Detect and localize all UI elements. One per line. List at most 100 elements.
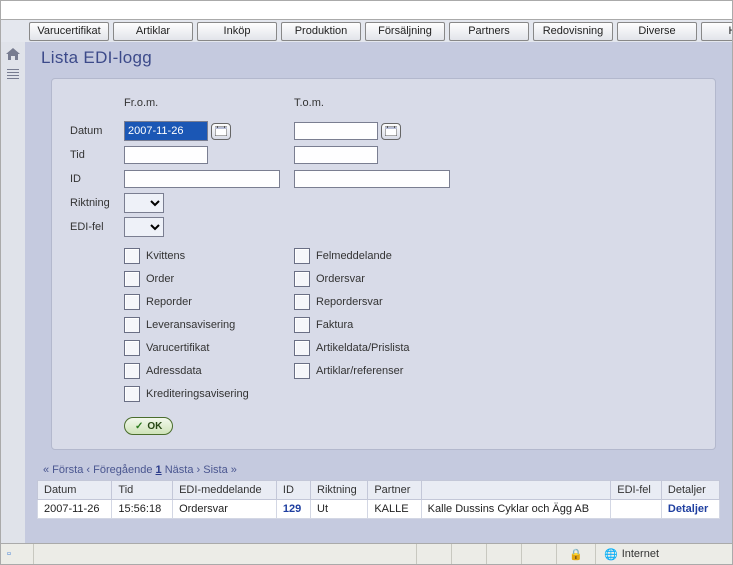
cell-datum: 2007-11-26 (38, 500, 112, 519)
label-edifel: EDI-fel (70, 221, 124, 233)
check-label: Reporder (146, 296, 192, 308)
checkbox-icon (124, 340, 140, 356)
pager-prev[interactable]: ‹ Föregående (86, 464, 152, 476)
col-partner[interactable]: Partner (368, 481, 421, 500)
col-tid[interactable]: Tid (112, 481, 173, 500)
col-edimsg[interactable]: EDI-meddelande (173, 481, 277, 500)
home-icon[interactable] (5, 47, 21, 61)
check-label: Order (146, 273, 174, 285)
check-order[interactable]: Order (124, 270, 294, 288)
ok-label: OK (147, 421, 162, 432)
status-bar: ▫ 🔒 🌐 Internet (1, 543, 732, 564)
check-artiklar-referenser[interactable]: Artiklar/referenser (294, 362, 484, 380)
check-ordersvar[interactable]: Ordersvar (294, 270, 484, 288)
col-partner-name[interactable] (421, 481, 611, 500)
menu-artiklar[interactable]: Artiklar (113, 22, 193, 41)
main-content: Lista EDI-logg Fr.o.m. T.o.m. Datum (25, 42, 732, 544)
from-header: Fr.o.m. (124, 97, 158, 109)
page-icon: ▫ (7, 548, 11, 560)
check-leveransavisering[interactable]: Leveransavisering (124, 316, 294, 334)
checkbox-icon (124, 386, 140, 402)
cell-riktning: Ut (311, 500, 368, 519)
checkbox-icon (124, 363, 140, 379)
id-from-input[interactable] (124, 170, 280, 188)
menu-redovisning[interactable]: Redovisning (533, 22, 613, 41)
checkbox-icon (124, 271, 140, 287)
label-id: ID (70, 173, 124, 185)
menu-partners[interactable]: Partners (449, 22, 529, 41)
table-row: 2007-11-26 15:56:18 Ordersvar 129 Ut KAL… (38, 500, 720, 519)
checkbox-icon (124, 294, 140, 310)
results-table: Datum Tid EDI-meddelande ID Riktning Par… (37, 480, 720, 519)
tid-from-input[interactable] (124, 146, 208, 164)
menu-bar: Varucertifikat Artiklar Inköp Produktion… (1, 20, 732, 43)
cell-tid: 15:56:18 (112, 500, 173, 519)
check-faktura[interactable]: Faktura (294, 316, 484, 334)
check-icon: ✓ (135, 421, 143, 432)
menu-diverse[interactable]: Diverse (617, 22, 697, 41)
cell-edimsg: Ordersvar (173, 500, 277, 519)
menu-hjalp[interactable]: Hjälp (701, 22, 733, 41)
check-repordersvar[interactable]: Repordersvar (294, 293, 484, 311)
check-artikeldata[interactable]: Artikeldata/Prislista (294, 339, 484, 357)
page-title: Lista EDI-logg (25, 42, 732, 76)
cell-partner: KALLE (368, 500, 421, 519)
list-icon[interactable] (5, 67, 21, 81)
check-adressdata[interactable]: Adressdata (124, 362, 294, 380)
cell-edifel (611, 500, 662, 519)
check-label: Felmeddelande (316, 250, 392, 262)
checkbox-icon (294, 363, 310, 379)
pager-current[interactable]: 1 (156, 464, 162, 476)
check-label: Artiklar/referenser (316, 365, 403, 377)
table-header-row: Datum Tid EDI-meddelande ID Riktning Par… (38, 481, 720, 500)
menu-forsaljning[interactable]: Försäljning (365, 22, 445, 41)
checkbox-icon (124, 317, 140, 333)
datum-from-input[interactable] (124, 121, 208, 141)
datum-to-calendar-icon[interactable] (381, 123, 401, 140)
left-sidebar (1, 42, 26, 544)
tid-to-input[interactable] (294, 146, 378, 164)
checkbox-icon (294, 317, 310, 333)
pager-last[interactable]: Sista » (203, 464, 237, 476)
check-label: Varucertifikat (146, 342, 209, 354)
pager: « Första ‹ Föregående 1 Nästa › Sista » (25, 458, 732, 480)
check-varucertifikat[interactable]: Varucertifikat (124, 339, 294, 357)
label-riktning: Riktning (70, 197, 124, 209)
pager-next[interactable]: Nästa › (165, 464, 200, 476)
datum-from-calendar-icon[interactable] (211, 123, 231, 140)
status-zone: Internet (622, 548, 659, 560)
check-reporder[interactable]: Reporder (124, 293, 294, 311)
check-krediteringsavisering[interactable]: Krediteringsavisering (124, 385, 294, 403)
edifel-select[interactable] (124, 217, 164, 237)
globe-icon: 🌐 (604, 548, 618, 561)
address-bar (1, 1, 732, 20)
menu-produktion[interactable]: Produktion (281, 22, 361, 41)
col-datum[interactable]: Datum (38, 481, 112, 500)
check-label: Artikeldata/Prislista (316, 342, 410, 354)
check-label: Adressdata (146, 365, 202, 377)
check-label: Kvittens (146, 250, 185, 262)
cell-detaljer[interactable]: Detaljer (661, 500, 719, 519)
col-riktning[interactable]: Riktning (311, 481, 368, 500)
check-label: Leveransavisering (146, 319, 235, 331)
menu-varucertifikat[interactable]: Varucertifikat (29, 22, 109, 41)
lock-icon: 🔒 (569, 548, 583, 561)
to-header: T.o.m. (294, 97, 324, 109)
col-detaljer[interactable]: Detaljer (661, 481, 719, 500)
col-id[interactable]: ID (276, 481, 310, 500)
menu-inkop[interactable]: Inköp (197, 22, 277, 41)
id-to-input[interactable] (294, 170, 450, 188)
datum-to-input[interactable] (294, 122, 378, 140)
check-felmeddelande[interactable]: Felmeddelande (294, 247, 484, 265)
check-label: Faktura (316, 319, 353, 331)
riktning-select[interactable] (124, 193, 164, 213)
label-datum: Datum (70, 125, 124, 137)
cell-id[interactable]: 129 (276, 500, 310, 519)
cell-partner-name: Kalle Dussins Cyklar och Ägg AB (421, 500, 611, 519)
col-edifel[interactable]: EDI-fel (611, 481, 662, 500)
label-tid: Tid (70, 149, 124, 161)
ok-button[interactable]: ✓ OK (124, 417, 173, 435)
check-kvittens[interactable]: Kvittens (124, 247, 294, 265)
pager-first[interactable]: « Första (43, 464, 83, 476)
checkbox-icon (294, 294, 310, 310)
